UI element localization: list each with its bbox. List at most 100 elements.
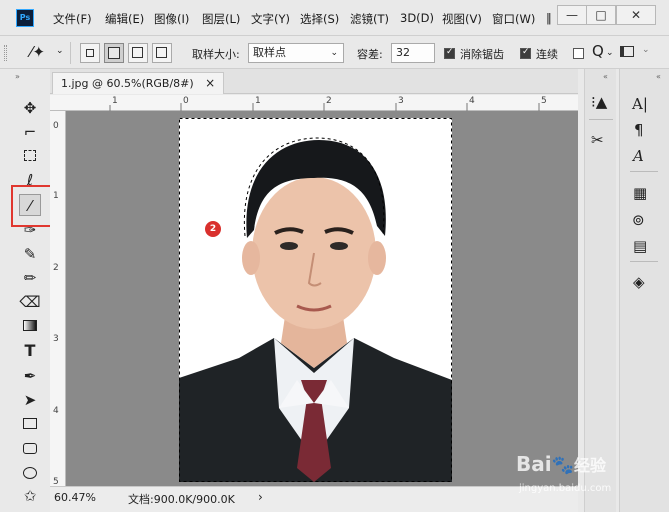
ruler-label: 0 [53, 121, 59, 131]
artboard-tool-icon[interactable]: ⌐ [19, 121, 41, 143]
menu-bar: Ps 文件(F) 编辑(E) 图像(I) 图层(L) 文字(Y) 选择(S) 滤… [0, 0, 669, 36]
options-bar: ⁄✦ ⌄ 取样大小: 取样点 ⌄ 容差: 32 消除锯齿 连续 Q ⌄ ⌄ [0, 37, 669, 69]
custom-shape-tool-icon[interactable]: ✩ [19, 485, 41, 507]
menu-file[interactable]: 文件(F) [53, 11, 92, 27]
creative-cloud-icon[interactable]: ⊚ [632, 211, 645, 229]
workspace-icon[interactable] [620, 46, 634, 57]
status-bar: 60.47% 文档:900.0K/900.0K › [50, 486, 578, 512]
collapsed-panel-dock-1: « ⁝▲ ✂ [584, 69, 616, 512]
menu-window[interactable]: 窗口(W) [492, 11, 535, 27]
ruler-label: 4 [469, 96, 475, 106]
chevron-down-icon[interactable]: ⌄ [642, 45, 650, 55]
ruler-label: 5 [541, 96, 547, 106]
maximize-button[interactable]: □ [586, 5, 616, 25]
status-menu-arrow[interactable]: › [258, 490, 263, 504]
marquee-tool-icon[interactable] [19, 145, 41, 167]
ruler-label: 1 [255, 96, 261, 106]
contiguous-label: 连续 [536, 48, 558, 61]
step-badge-2: 2 [205, 221, 221, 237]
type-tool-icon[interactable]: T [19, 340, 41, 362]
menu-view[interactable]: 视图(V) [442, 11, 482, 27]
move-tool-icon[interactable]: ✥ [19, 97, 41, 119]
menu-3d[interactable]: 3D(D) [400, 11, 434, 25]
paragraph-panel-icon[interactable]: ¶ [634, 121, 644, 139]
magic-wand-preset-icon[interactable]: ⁄✦ [30, 43, 45, 61]
menu-image[interactable]: 图像(I) [154, 11, 189, 27]
tool-presets-icon[interactable]: ✂ [591, 131, 604, 149]
ruler-label: 3 [398, 96, 404, 106]
expand-collapse-icon[interactable]: » [15, 72, 20, 81]
antialias-label: 消除锯齿 [460, 48, 504, 61]
ruler-label: 1 [112, 96, 118, 106]
gradient-tool-icon[interactable] [19, 315, 41, 337]
portrait-photo[interactable] [179, 118, 452, 482]
highlight-box [11, 185, 53, 227]
ruler-label: 3 [53, 334, 59, 344]
glyphs-panel-icon[interactable]: A [633, 147, 644, 165]
menu-select[interactable]: 选择(S) [300, 11, 339, 27]
collapse-icon[interactable]: « [656, 72, 661, 81]
horizontal-ruler[interactable]: 1 0 1 2 3 4 5 [50, 95, 578, 111]
doc-size-info: 文档:900.0K/900.0K [128, 493, 235, 506]
divider [630, 171, 658, 172]
divider [589, 119, 613, 120]
tolerance-label: 容差: [357, 48, 383, 61]
eyedropper-tool-icon[interactable]: ✎ [19, 243, 41, 265]
menu-edit[interactable]: 编辑(E) [105, 11, 144, 27]
layers-panel-icon[interactable]: ◈ [633, 273, 645, 291]
portrait-illustration [179, 118, 452, 482]
ellipse-tool-icon[interactable] [19, 462, 41, 484]
pen-tool-icon[interactable]: ✒ [19, 365, 41, 387]
collapsed-panel-dock-2: « A| ¶ A ▦ ⊚ ▤ ◈ [619, 69, 669, 512]
paw-icon: 🐾 [551, 455, 575, 476]
photoshop-logo: Ps [16, 9, 34, 27]
chevron-down-icon: ⌄ [330, 48, 338, 58]
sample-size-select[interactable]: 取样点 ⌄ [248, 43, 344, 63]
watermark-url: jingyan.baidu.com [519, 483, 612, 494]
intersect-selection-button[interactable] [152, 43, 172, 63]
document-tab[interactable]: 1.jpg @ 60.5%(RGB/8#) × [52, 72, 225, 94]
vertical-ruler[interactable]: 0 1 2 3 4 5 [50, 111, 66, 487]
zoom-level[interactable]: 60.47% [54, 491, 96, 504]
subtract-selection-button[interactable] [128, 43, 148, 63]
ruler-label: 2 [326, 96, 332, 106]
chevron-down-icon[interactable]: ⌄ [56, 46, 64, 56]
close-tab-icon[interactable]: × [205, 76, 215, 90]
contiguous-checkbox[interactable] [520, 47, 531, 59]
character-panel-icon[interactable]: A| [632, 95, 648, 113]
chevron-down-icon[interactable]: ⌄ [606, 48, 614, 58]
watermark-logo: Bai🐾经验 [516, 452, 606, 476]
close-button[interactable]: ✕ [616, 5, 656, 25]
menu-layer[interactable]: 图层(L) [202, 11, 240, 27]
rectangle-tool-icon[interactable] [19, 413, 41, 435]
libraries-icon[interactable]: ▦ [633, 184, 647, 202]
ruler-label: 2 [53, 263, 59, 273]
new-selection-button[interactable] [80, 43, 100, 63]
sample-size-value: 取样点 [253, 46, 286, 59]
ruler-label: 0 [183, 96, 189, 106]
rounded-rect-tool-icon[interactable] [19, 438, 41, 460]
menu-filter[interactable]: 滤镜(T) [350, 11, 389, 27]
add-to-selection-button[interactable] [104, 43, 124, 63]
brush-tool-icon[interactable]: ✏ [19, 267, 41, 289]
path-selection-tool-icon[interactable]: ➤ [19, 389, 41, 411]
sample-size-label: 取样大小: [192, 48, 240, 61]
tolerance-input[interactable]: 32 [391, 43, 435, 63]
eraser-tool-icon[interactable]: ⌫ [19, 291, 41, 313]
menu-overflow[interactable]: ‖ [546, 11, 552, 25]
ruler-label: 4 [53, 406, 59, 416]
sample-all-layers-checkbox[interactable] [573, 48, 584, 59]
watermark-brand: Bai [516, 452, 552, 476]
layer-comps-icon[interactable]: ▤ [633, 237, 647, 255]
antialias-checkbox[interactable] [444, 47, 455, 59]
tools-panel: » ✥ ⌐ ℓ ⁄ ✑ ✎ ✏ ⌫ T ✒ ➤ ✩ [11, 69, 48, 512]
clone-source-icon[interactable]: ⁝▲ [591, 93, 607, 111]
divider [70, 42, 71, 64]
ruler-h-ticks [109, 103, 540, 111]
collapse-icon[interactable]: « [603, 72, 608, 81]
search-icon[interactable]: Q [592, 42, 604, 60]
document-tab-strip: 1.jpg @ 60.5%(RGB/8#) × [50, 69, 578, 94]
minimize-button[interactable]: — [557, 5, 587, 25]
grip-handle[interactable] [4, 45, 7, 61]
menu-type[interactable]: 文字(Y) [251, 11, 290, 27]
